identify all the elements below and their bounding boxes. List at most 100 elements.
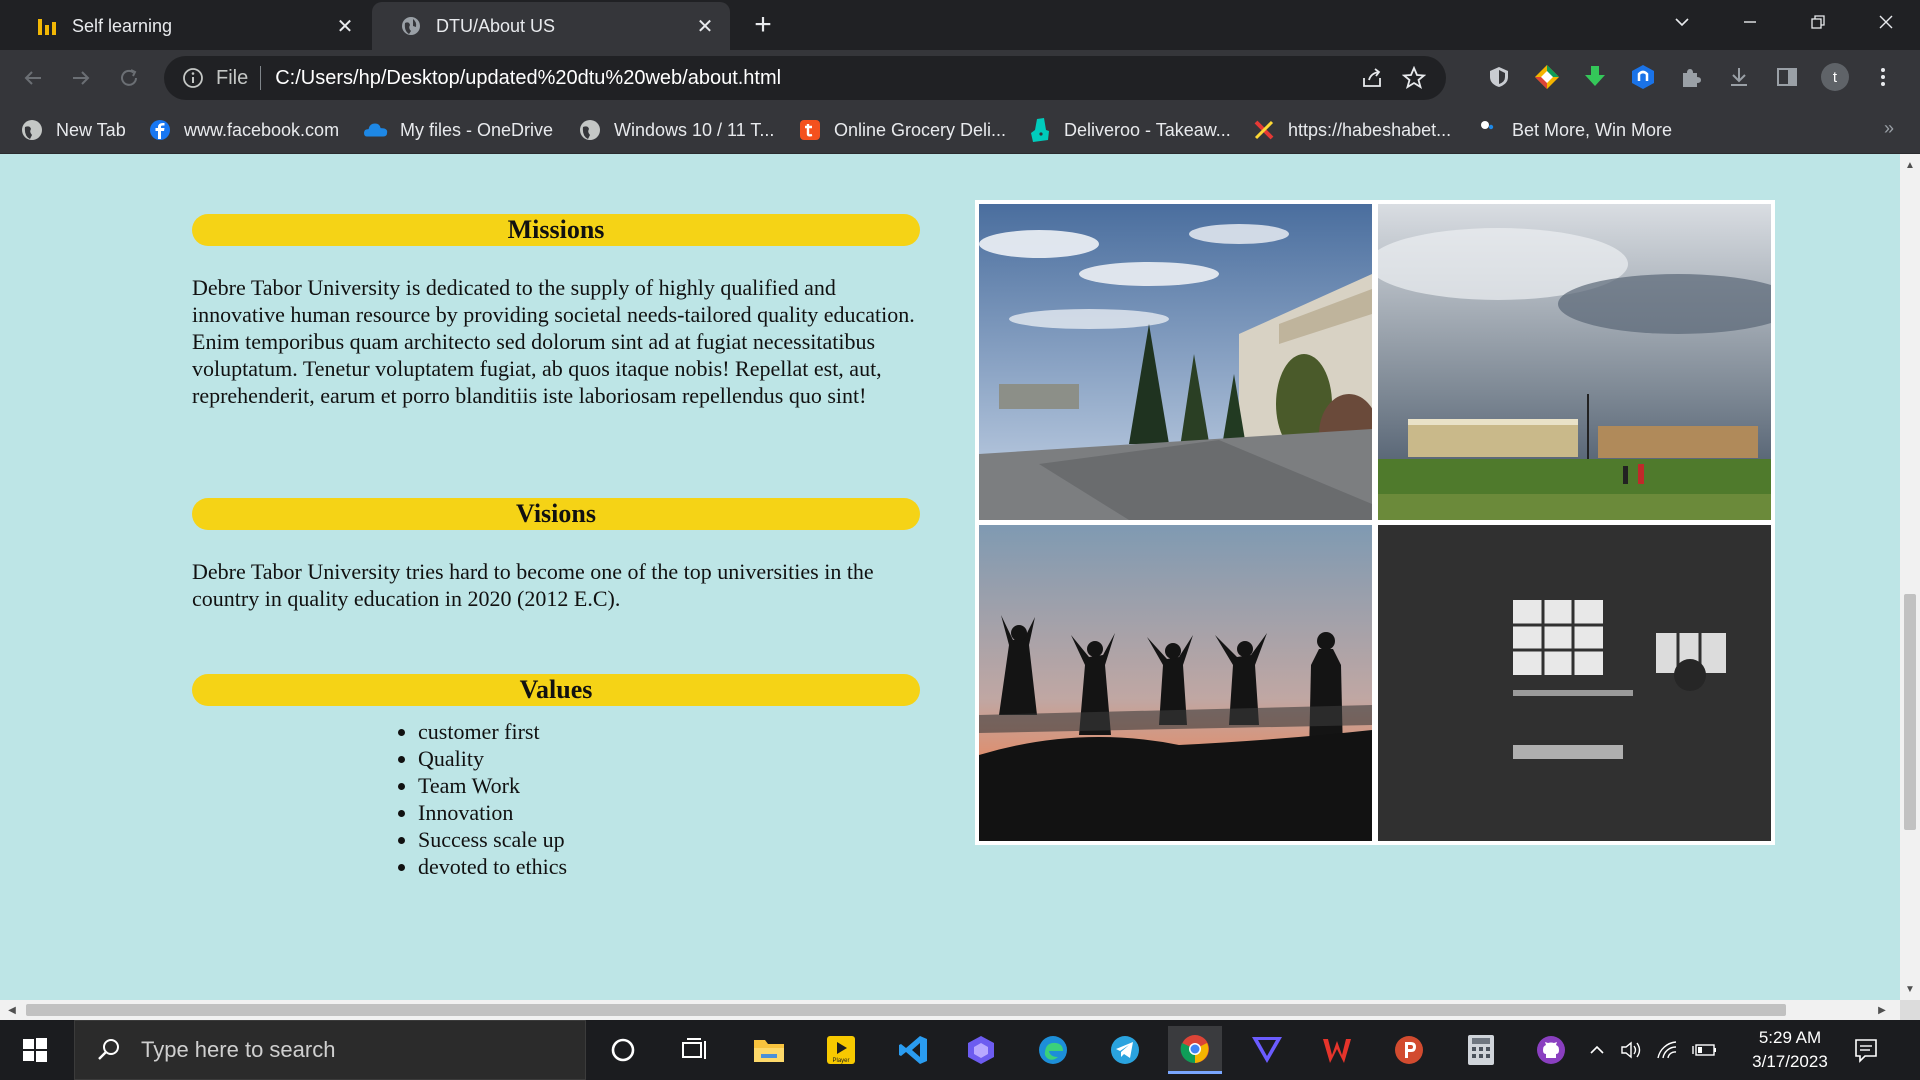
bet-icon <box>1476 118 1500 142</box>
bookmark-new-tab[interactable]: New Tab <box>20 114 126 146</box>
task-view-icon[interactable] <box>668 1026 722 1074</box>
scroll-down-icon[interactable]: ▼ <box>1900 980 1920 998</box>
bookmark-windows[interactable]: Windows 10 / 11 T... <box>578 114 774 146</box>
forward-arrow-icon[interactable] <box>64 61 98 95</box>
chevron-down-icon[interactable] <box>1648 0 1716 44</box>
download-icon[interactable] <box>1722 60 1756 94</box>
cortana-icon[interactable] <box>596 1026 650 1074</box>
close-icon[interactable]: ✕ <box>334 15 356 38</box>
battery-icon[interactable] <box>1692 1041 1718 1059</box>
missions-heading: Missions <box>192 214 920 246</box>
close-icon[interactable]: ✕ <box>694 15 716 38</box>
scheme-label: File <box>216 66 249 89</box>
globe-icon <box>578 118 602 142</box>
divider <box>260 66 262 90</box>
bookmark-label: Bet More, Win More <box>1512 119 1673 140</box>
chevron-double-right-icon[interactable]: » <box>1884 118 1894 139</box>
share-icon[interactable] <box>1358 64 1386 92</box>
github-desktop-icon[interactable] <box>1524 1026 1578 1074</box>
media-player-icon[interactable]: Player <box>814 1026 868 1074</box>
kebab-menu-icon[interactable] <box>1866 60 1900 94</box>
list-item: Team Work <box>418 772 567 799</box>
scroll-up-icon[interactable]: ▲ <box>1900 156 1920 174</box>
restore-icon[interactable] <box>1784 0 1852 44</box>
vpn-extension-icon[interactable] <box>1626 60 1660 94</box>
search-icon <box>95 1036 123 1064</box>
window-controls <box>1648 0 1920 44</box>
bookmark-label: New Tab <box>56 119 126 140</box>
scrollbar-thumb[interactable] <box>1904 594 1916 830</box>
clock-date: 3/17/2023 <box>1752 1052 1828 1071</box>
bookmark-habeshabet[interactable]: https://habeshabet... <box>1252 114 1451 146</box>
volume-icon[interactable] <box>1620 1040 1642 1060</box>
windows-start-icon[interactable] <box>0 1020 70 1080</box>
wps-presentation-icon[interactable] <box>1382 1026 1436 1074</box>
vpn-app-icon[interactable] <box>1240 1026 1294 1074</box>
bookmark-label: Deliveroo - Takeaw... <box>1064 119 1231 140</box>
deliveroo-icon <box>1028 118 1052 142</box>
missions-paragraph: Debre Tabor University is dedicated to t… <box>192 275 915 408</box>
facebook-icon <box>148 118 172 142</box>
list-item: Quality <box>418 745 567 772</box>
side-panel-icon[interactable] <box>1770 60 1804 94</box>
notification-center-icon[interactable] <box>1850 1034 1882 1066</box>
windows-taskbar: Type here to search Player 5:29 AM 3/17/… <box>0 1020 1920 1080</box>
bookmark-onedrive[interactable]: My files - OneDrive <box>364 114 553 146</box>
puzzle-icon[interactable] <box>1674 60 1708 94</box>
bookmark-label: https://habeshabet... <box>1288 119 1452 140</box>
download-extension-icon[interactable] <box>1578 60 1612 94</box>
new-tab-button[interactable]: + <box>746 8 780 42</box>
vertical-scrollbar[interactable]: ▲ ▼ <box>1900 154 1920 1000</box>
wifi-icon[interactable] <box>1656 1040 1678 1060</box>
calculator-icon[interactable] <box>1454 1026 1508 1074</box>
bookmarks-bar: New Tab www.facebook.com My files - OneD… <box>0 106 1920 154</box>
grocery-icon <box>798 118 822 142</box>
photo-gallery <box>975 200 1775 845</box>
back-arrow-icon[interactable] <box>16 61 50 95</box>
chrome-icon[interactable] <box>1168 1026 1222 1074</box>
diamond-extension-icon[interactable] <box>1530 60 1564 94</box>
address-bar[interactable]: File C:/Users/hp/Desktop/updated%20dtu%2… <box>164 56 1446 100</box>
gallery-image-sunset-silhouettes <box>979 525 1372 841</box>
wps-office-icon[interactable] <box>1310 1026 1364 1074</box>
chevron-up-icon[interactable] <box>1588 1041 1606 1059</box>
bookmark-bet[interactable]: Bet More, Win More <box>1476 114 1672 146</box>
shield-extension-icon[interactable] <box>1482 60 1516 94</box>
telegram-icon[interactable] <box>1098 1026 1152 1074</box>
system-tray <box>1588 1020 1718 1080</box>
scrollbar-corner <box>1900 1000 1920 1020</box>
scrollbar-thumb[interactable] <box>26 1004 1786 1016</box>
globe-icon <box>400 15 422 37</box>
taskbar-clock[interactable]: 5:29 AM 3/17/2023 <box>1740 1026 1840 1074</box>
close-window-icon[interactable] <box>1852 0 1920 44</box>
bookmark-deliveroo[interactable]: Deliveroo - Takeaw... <box>1028 114 1231 146</box>
svg-text:Player: Player <box>832 1058 849 1064</box>
vscode-icon[interactable] <box>886 1026 940 1074</box>
info-icon[interactable] <box>180 65 206 91</box>
file-explorer-icon[interactable] <box>742 1026 796 1074</box>
gallery-image-campus-buildings <box>1378 204 1771 520</box>
bookmark-grocery[interactable]: Online Grocery Deli... <box>798 114 1006 146</box>
url-text[interactable]: C:/Users/hp/Desktop/updated%20dtu%20web/… <box>275 67 781 90</box>
values-list: customer first Quality Team Work Innovat… <box>418 718 567 880</box>
star-icon[interactable] <box>1400 64 1428 92</box>
list-item: customer first <box>418 718 567 745</box>
minimize-icon[interactable] <box>1716 0 1784 44</box>
bookmark-facebook[interactable]: www.facebook.com <box>148 114 339 146</box>
list-item: Innovation <box>418 799 567 826</box>
gallery-image-campus-road <box>979 204 1372 520</box>
scroll-left-icon[interactable]: ◀ <box>2 1000 22 1020</box>
horizontal-scrollbar[interactable]: ◀ ▶ <box>0 1000 1900 1020</box>
habeshabet-icon <box>1252 118 1276 142</box>
reload-icon[interactable] <box>112 61 146 95</box>
tab-dtu-about[interactable]: DTU/About US ✕ <box>372 2 730 50</box>
scroll-right-icon[interactable]: ▶ <box>1872 1000 1892 1020</box>
tab-title: Self learning <box>72 15 173 36</box>
taskbar-search-input[interactable]: Type here to search <box>74 1020 586 1080</box>
edge-icon[interactable] <box>1026 1026 1080 1074</box>
tab-self-learning[interactable]: Self learning ✕ <box>8 2 370 50</box>
bookmark-label: Windows 10 / 11 T... <box>614 119 775 140</box>
globe-icon <box>20 118 44 142</box>
avatar[interactable]: t <box>1818 60 1852 94</box>
photos-app-icon[interactable] <box>954 1026 1008 1074</box>
